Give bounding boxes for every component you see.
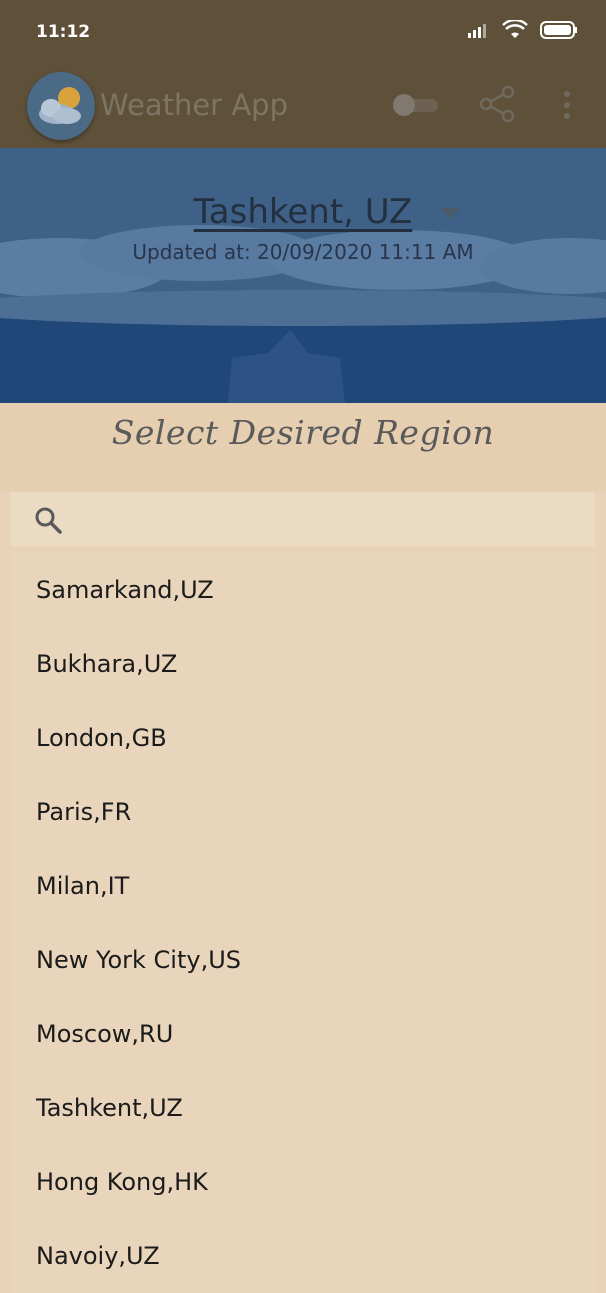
region-item[interactable]: Milan,IT — [11, 849, 595, 923]
search-icon — [35, 507, 62, 534]
weather-logo-icon — [39, 87, 81, 124]
app-logo — [27, 72, 95, 140]
status-bar: 11:12 — [0, 0, 606, 62]
search-bar[interactable] — [11, 492, 595, 546]
app-bar: Weather App — [0, 62, 606, 148]
region-item[interactable]: Tashkent,UZ — [11, 1071, 595, 1145]
region-item[interactable]: Bukhara,UZ — [11, 627, 595, 701]
dialog-title: Select Desired Region — [111, 413, 495, 452]
sky-background — [0, 148, 606, 403]
region-item[interactable]: London,GB — [11, 701, 595, 775]
share-icon[interactable] — [478, 84, 518, 124]
battery-icon — [540, 21, 577, 39]
region-item[interactable]: Paris,FR — [11, 775, 595, 849]
city-name[interactable]: Tashkent, UZ — [194, 192, 413, 232]
region-item[interactable]: Moscow,RU — [11, 997, 595, 1071]
region-list: Samarkand,UZ Bukhara,UZ London,GB Paris,… — [11, 553, 595, 1293]
updated-timestamp: Updated at: 20/09/2020 11:11 AM — [132, 240, 474, 264]
region-dialog: Select Desired Region Samarkand,UZ Bukha… — [0, 403, 606, 1293]
city-dropdown-icon[interactable] — [440, 208, 460, 219]
search-input[interactable] — [81, 502, 585, 538]
region-item[interactable]: Hong Kong,HK — [11, 1145, 595, 1219]
status-time: 11:12 — [36, 22, 91, 42]
region-item[interactable]: Navoiy,UZ — [11, 1219, 595, 1293]
status-icons — [468, 20, 578, 40]
city-selector[interactable]: Tashkent, UZ — [0, 192, 606, 232]
dialog-header: Select Desired Region — [0, 403, 606, 491]
region-item[interactable]: Samarkand,UZ — [11, 553, 595, 627]
app-title: Weather App — [100, 88, 288, 122]
weather-hero: Tashkent, UZ Updated at: 20/09/2020 11:1… — [0, 148, 606, 403]
theme-toggle[interactable] — [390, 94, 440, 116]
wifi-icon — [502, 20, 528, 38]
more-options-icon[interactable] — [562, 90, 572, 120]
signal-icon — [468, 24, 486, 38]
region-item[interactable]: New York City,US — [11, 923, 595, 997]
